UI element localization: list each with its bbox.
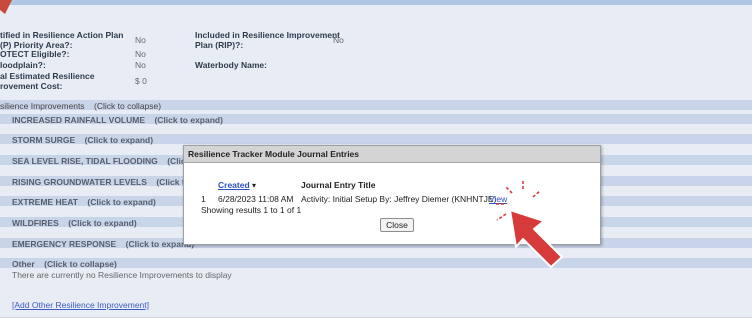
floodplain-label: loodplain?:	[0, 60, 46, 70]
increased-rainfall-toggle[interactable]: INCREASED RAINFALL VOLUME (Click to expa…	[12, 115, 223, 125]
no-improvements-message: There are currently no Resilience Improv…	[12, 270, 232, 280]
protect-eligible-value: No	[135, 49, 146, 59]
priority-area-value: No	[135, 35, 146, 45]
journal-entries-dialog: Resilience Tracker Module Journal Entrie…	[183, 145, 601, 245]
rip-value: No	[333, 35, 344, 45]
created-column-header[interactable]: Created ▾	[218, 180, 256, 190]
row-number: 1	[201, 194, 206, 204]
groundwater-toggle[interactable]: RISING GROUNDWATER LEVELS (Click to e	[12, 177, 197, 187]
other-collapse-toggle[interactable]: Other (Click to collapse)	[12, 259, 117, 269]
title-column-header: Journal Entry Title	[301, 180, 376, 190]
priority-area-label: tified in Resilience Action Plan (P) Pri…	[0, 30, 124, 50]
protect-eligible-label: OTECT Eligible?:	[0, 49, 70, 59]
floodplain-value: No	[135, 60, 146, 70]
rip-label: Included in Resilience Improvement Plan …	[195, 30, 341, 50]
improvements-collapse-toggle[interactable]: silience Improvements (Click to collapse…	[0, 101, 161, 111]
row-created-date: 6/28/2023 11:08 AM	[218, 194, 294, 204]
sea-level-toggle[interactable]: SEA LEVEL RISE, TIDAL FLOODING (Click t	[12, 156, 196, 166]
sort-caret-icon: ▾	[252, 181, 257, 190]
results-summary: Showing results 1 to 1 of 1	[201, 205, 302, 215]
waterbody-label: Waterbody Name:	[195, 60, 267, 70]
add-other-improvement-link[interactable]: [Add Other Resilience Improvement]	[12, 300, 149, 310]
created-sort-link[interactable]: Created	[218, 180, 250, 190]
emergency-response-toggle[interactable]: EMERGENCY RESPONSE (Click to expand)	[12, 239, 194, 249]
storm-surge-toggle[interactable]: STORM SURGE (Click to expand)	[12, 135, 153, 145]
close-button[interactable]: Close	[380, 218, 414, 232]
wildfires-toggle[interactable]: WILDFIRES (Click to expand)	[12, 218, 137, 228]
row-entry-title: Activity: Initial Setup By: Jeffrey Diem…	[301, 194, 497, 204]
dialog-title: Resilience Tracker Module Journal Entrie…	[184, 146, 600, 163]
view-entry-link[interactable]: View	[489, 194, 507, 204]
extreme-heat-toggle[interactable]: EXTREME HEAT (Click to expand)	[12, 197, 156, 207]
cost-value: $ 0	[135, 76, 147, 86]
cost-label: al Estimated Resilience rovement Cost:	[0, 71, 95, 91]
